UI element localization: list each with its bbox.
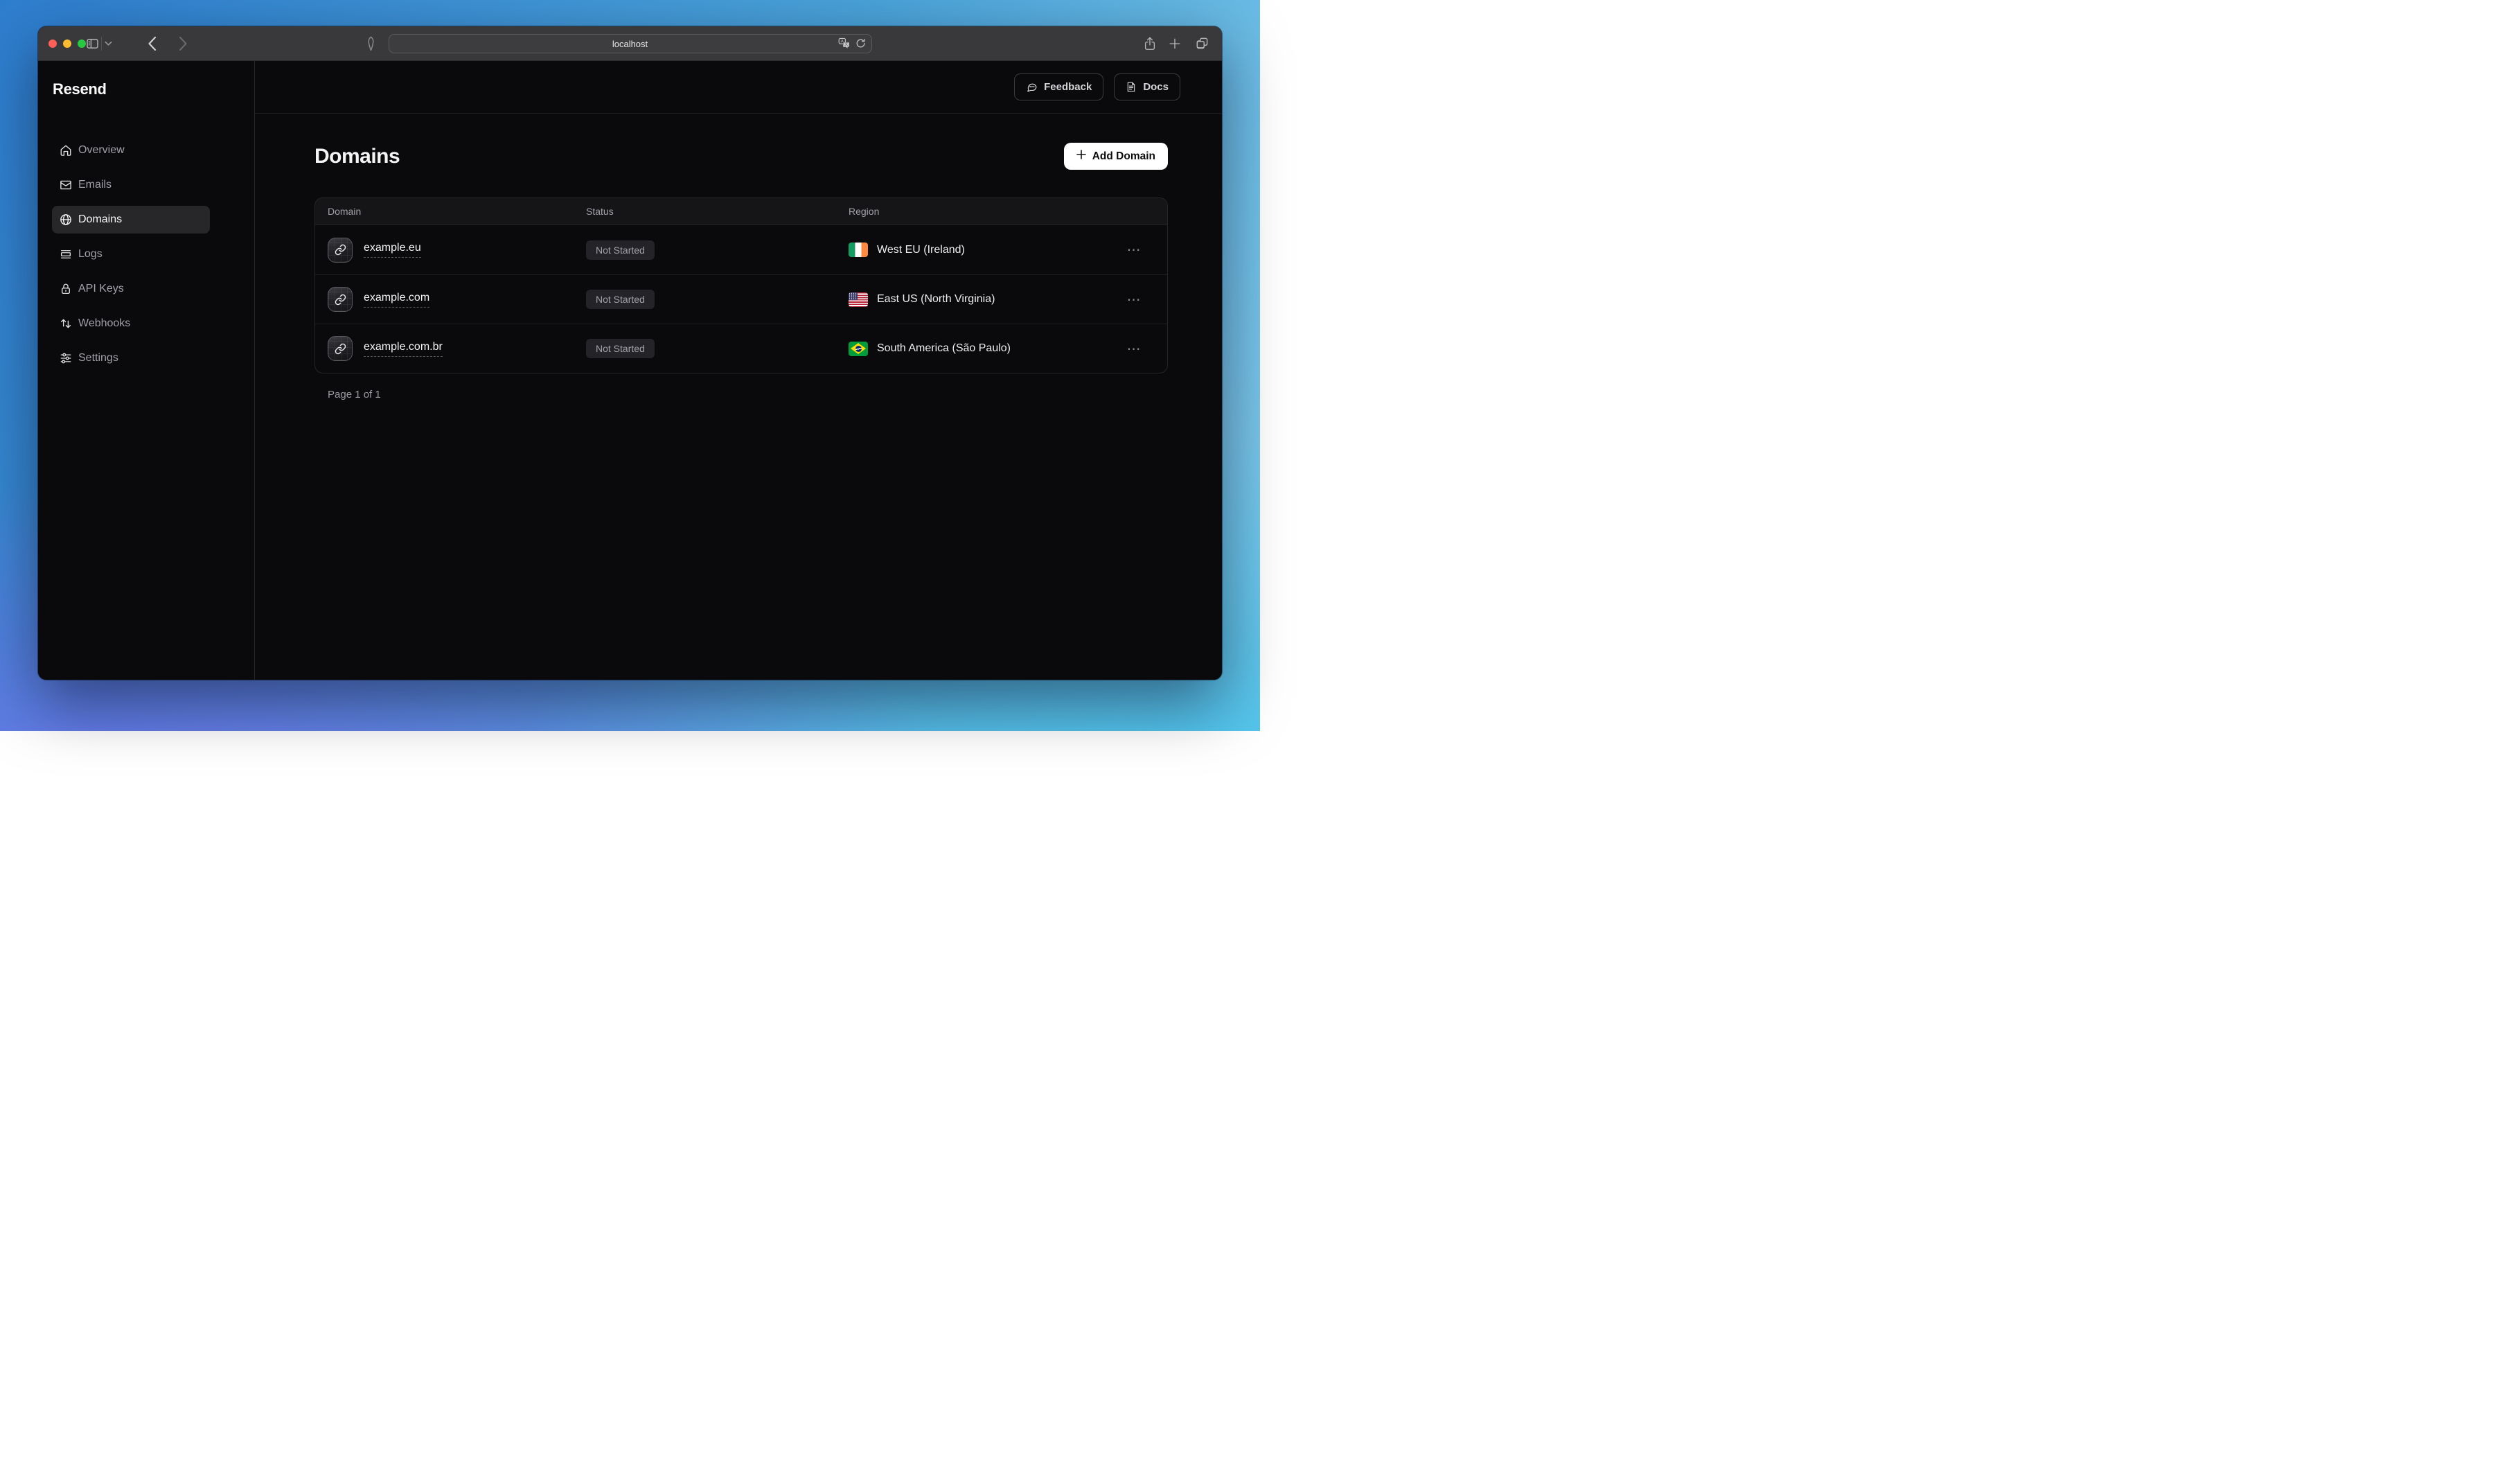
domain-link[interactable]: example.eu: [364, 242, 421, 258]
domain-link[interactable]: example.com: [364, 292, 429, 308]
sidebar-item-label: Settings: [78, 352, 118, 364]
toolbar-divider: [101, 37, 102, 51]
status-badge: Not Started: [586, 240, 655, 260]
status-badge: Not Started: [586, 339, 655, 358]
sidebar-toggle-icon[interactable]: [85, 37, 100, 51]
globe-icon: [60, 213, 72, 226]
table-header-row: Domain Status Region: [315, 198, 1167, 225]
mail-icon: [60, 179, 72, 191]
pagination-status: Page 1 of 1: [314, 389, 1168, 400]
sidebar-item-label: Logs: [78, 248, 103, 261]
feedback-button[interactable]: Feedback: [1014, 73, 1103, 100]
docs-button[interactable]: Docs: [1114, 73, 1180, 100]
link-icon: [328, 287, 353, 312]
region-label: West EU (Ireland): [877, 244, 965, 256]
column-header-domain: Domain: [315, 206, 586, 217]
browser-toolbar: localhost A 文: [38, 26, 1222, 61]
table-row[interactable]: example.com.br Not Started South America…: [315, 324, 1167, 373]
sidebar-nav: Overview Emails: [38, 136, 254, 372]
main-header: Feedback Docs: [255, 61, 1222, 114]
table-row[interactable]: example.com Not Started East US (North V…: [315, 274, 1167, 324]
tabs-overview-icon[interactable]: [1196, 37, 1209, 50]
domain-link[interactable]: example.com.br: [364, 341, 443, 357]
column-header-status: Status: [586, 206, 849, 217]
document-icon: [1126, 81, 1137, 93]
add-domain-button[interactable]: Add Domain: [1064, 143, 1168, 170]
address-bar[interactable]: localhost A 文: [389, 34, 872, 53]
sidebar-item-api-keys[interactable]: API Keys: [52, 275, 210, 303]
main-panel: Feedback Docs Domains: [255, 61, 1222, 680]
domains-page: Domains Add Domain Domain Status Re: [255, 114, 1222, 400]
sidebar-item-overview[interactable]: Overview: [52, 136, 210, 164]
region-label: South America (São Paulo): [877, 342, 1011, 355]
resend-app: Resend Overview: [38, 61, 1222, 680]
table-row[interactable]: example.eu Not Started West EU (Ireland)…: [315, 225, 1167, 274]
link-icon: [328, 336, 353, 361]
status-badge: Not Started: [586, 290, 655, 309]
share-icon[interactable]: [1144, 36, 1156, 51]
resend-logo: Resend: [53, 80, 254, 98]
sliders-icon: [60, 352, 72, 364]
brazil-flag-icon: [849, 342, 868, 356]
sidebar-item-label: API Keys: [78, 283, 124, 295]
ireland-flag-icon: [849, 243, 868, 257]
shield-icon[interactable]: [366, 36, 375, 51]
browser-window: localhost A 文: [38, 26, 1222, 680]
back-button-icon[interactable]: [148, 36, 157, 51]
chevron-down-icon[interactable]: [105, 41, 112, 46]
forward-button-icon[interactable]: [179, 36, 188, 51]
docs-button-label: Docs: [1143, 81, 1169, 93]
plus-icon: [1076, 150, 1086, 163]
row-more-menu[interactable]: ⋯: [1127, 291, 1142, 308]
address-bar-icons: A 文: [838, 37, 866, 52]
arrows-up-down-icon: [60, 317, 72, 330]
sidebar-item-emails[interactable]: Emails: [52, 171, 210, 199]
column-header-region: Region: [849, 206, 1101, 217]
add-domain-button-label: Add Domain: [1092, 150, 1155, 163]
new-tab-icon[interactable]: [1169, 37, 1181, 50]
address-bar-url[interactable]: localhost: [389, 35, 871, 53]
translate-icon[interactable]: A 文: [838, 37, 850, 52]
row-more-menu[interactable]: ⋯: [1127, 241, 1142, 258]
reload-icon[interactable]: [855, 38, 866, 52]
speech-bubble-icon: [1026, 81, 1038, 93]
sidebar-item-domains[interactable]: Domains: [52, 206, 210, 234]
sidebar-item-logs[interactable]: Logs: [52, 240, 210, 268]
desktop-background: localhost A 文: [0, 0, 1260, 731]
sidebar: Resend Overview: [38, 61, 255, 680]
sidebar-item-label: Emails: [78, 179, 112, 191]
feedback-button-label: Feedback: [1044, 81, 1092, 93]
sidebar-item-label: Webhooks: [78, 317, 130, 330]
minimize-window-button[interactable]: [63, 39, 71, 48]
sidebar-item-label: Domains: [78, 213, 122, 226]
home-icon: [60, 144, 72, 157]
sidebar-item-label: Overview: [78, 144, 125, 157]
domains-table: Domain Status Region: [314, 197, 1168, 373]
page-title: Domains: [314, 145, 400, 168]
sidebar-item-webhooks[interactable]: Webhooks: [52, 310, 210, 337]
sidebar-item-settings[interactable]: Settings: [52, 344, 210, 372]
logs-icon: [60, 248, 72, 261]
row-more-menu[interactable]: ⋯: [1127, 340, 1142, 358]
close-window-button[interactable]: [48, 39, 57, 48]
link-icon: [328, 238, 353, 263]
united-states-flag-icon: [849, 292, 868, 307]
lock-icon: [60, 283, 72, 295]
svg-text:A: A: [840, 39, 844, 44]
region-label: East US (North Virginia): [877, 293, 995, 306]
